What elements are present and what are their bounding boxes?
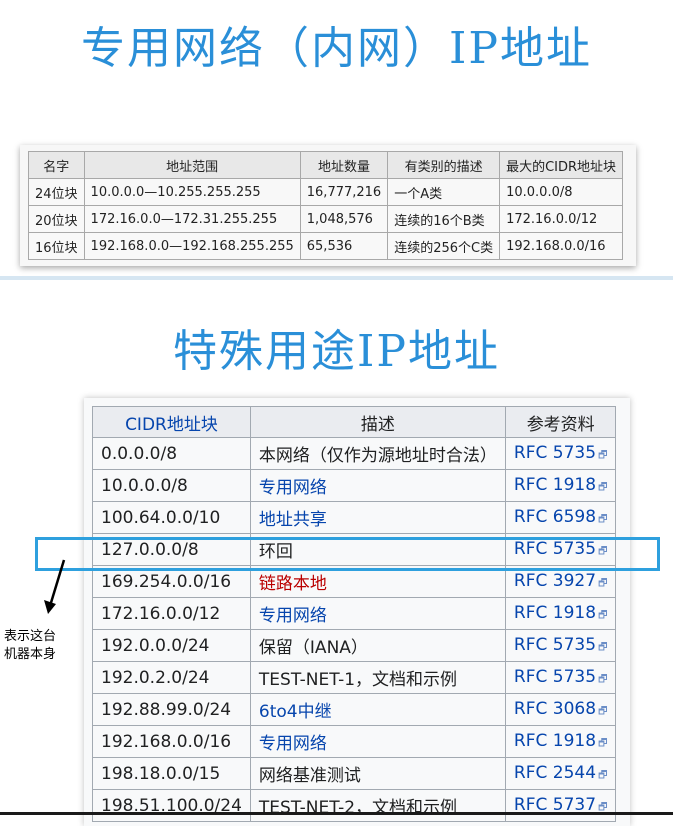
cell-cidr: 10.0.0.0/8	[499, 178, 624, 206]
cell-description[interactable]: 地址共享	[249, 501, 506, 534]
cell-description[interactable]: 专用网络	[249, 725, 506, 758]
header-name: 名字	[28, 151, 85, 179]
loopback-annotation: 表示这台 机器本身	[4, 628, 56, 664]
annotation-arrow-icon	[44, 559, 66, 614]
cell-desc: 一个A类	[387, 178, 501, 206]
table-row: 100.64.0.0/10 地址共享 RFC 6598	[92, 501, 617, 534]
table-row: 10.0.0.0/8 专用网络 RFC 1918	[92, 469, 617, 502]
cell-reference-link[interactable]: RFC 5737	[504, 789, 617, 822]
cell-cidr: 100.64.0.0/10	[92, 501, 251, 534]
section-divider	[0, 276, 673, 280]
cell-cidr: 0.0.0.0/8	[92, 437, 251, 470]
header-references: 参考资料	[504, 406, 617, 438]
table-row: 172.16.0.0/12 专用网络 RFC 1918	[92, 597, 617, 630]
special-address-table-body: 0.0.0.0/8本网络（仅作为源地址时合法）RFC 573510.0.0.0/…	[92, 437, 617, 822]
private-address-table: 名字 地址范围 地址数量 有类别的描述 最大的CIDR地址块 24位块 10.0…	[28, 151, 624, 260]
table-header-row: CIDR地址块 描述 参考资料	[92, 406, 617, 438]
special-address-table-panel: CIDR地址块 描述 参考资料 0.0.0.0/8 本网络（仅作为源地址时合法） R…	[84, 398, 630, 826]
private-network-title: 专用网络（内网）IP地址	[81, 23, 592, 74]
cell-reference-link[interactable]: RFC 1918	[504, 469, 617, 502]
table-row: 198.51.100.0/24 TEST-NET-2，文档和示例 RFC 5737	[92, 789, 617, 822]
cell-cidr: 172.16.0.0/12	[499, 205, 624, 233]
cell-reference-link[interactable]: RFC 5735	[504, 437, 617, 470]
annotation-line-1: 表示这台	[4, 629, 57, 644]
table-row: 20位块 172.16.0.0—172.31.255.255 1,048,576…	[28, 205, 624, 233]
table-row: 192.168.0.0/16 专用网络 RFC 1918	[92, 725, 617, 758]
cell-desc: 连续的16个B类	[387, 205, 501, 233]
cell-reference-link[interactable]: RFC 1918	[504, 725, 617, 758]
loopback-highlight-box	[35, 537, 660, 571]
cell-reference-link[interactable]: RFC 2544	[504, 757, 617, 790]
table-row: 24位块 10.0.0.0—10.255.255.255 16,777,216 …	[28, 178, 624, 206]
cell-description: 保留（IANA）	[249, 629, 506, 662]
cell-reference-link[interactable]: RFC 5735	[504, 629, 617, 662]
cell-cidr: 192.168.0.0/16	[92, 725, 251, 758]
special-address-table: CIDR地址块 描述 参考资料 0.0.0.0/8 本网络（仅作为源地址时合法） R…	[92, 406, 617, 822]
cell-cidr: 198.51.100.0/24	[92, 789, 251, 822]
cell-cidr: 198.18.0.0/15	[92, 757, 251, 790]
cell-range: 172.16.0.0—172.31.255.255	[83, 205, 301, 233]
header-max-cidr: 最大的CIDR地址块	[499, 151, 624, 179]
cell-description[interactable]: 专用网络	[249, 469, 506, 502]
cell-name: 20位块	[28, 205, 85, 233]
cell-cidr: 192.0.2.0/24	[92, 661, 251, 694]
cell-description: 网络基准测试	[249, 757, 506, 790]
header-address-range: 地址范围	[83, 151, 301, 179]
header-description: 描述	[249, 406, 506, 438]
cell-reference-link[interactable]: RFC 3068	[504, 693, 617, 726]
header-classful-desc: 有类别的描述	[387, 151, 501, 179]
cell-count: 1,048,576	[299, 205, 389, 233]
header-cidr-link[interactable]: CIDR地址块	[92, 406, 251, 438]
table-row: 0.0.0.0/8 本网络（仅作为源地址时合法） RFC 5735	[92, 437, 617, 470]
cell-reference-link[interactable]: RFC 6598	[504, 501, 617, 534]
cell-description[interactable]: 6to4中继	[249, 693, 506, 726]
cell-name: 16位块	[28, 232, 85, 260]
cell-count: 16,777,216	[299, 178, 389, 206]
cell-range: 192.168.0.0—192.168.255.255	[83, 232, 301, 260]
cell-cidr: 192.168.0.0/16	[499, 232, 624, 260]
cell-cidr: 192.88.99.0/24	[92, 693, 251, 726]
cell-count: 65,536	[299, 232, 389, 260]
table-row: 192.0.0.0/24 保留（IANA） RFC 5735	[92, 629, 617, 662]
cell-cidr: 10.0.0.0/8	[92, 469, 251, 502]
cell-description: TEST-NET-1，文档和示例	[249, 661, 506, 694]
cell-description: TEST-NET-2，文档和示例	[249, 789, 506, 822]
table-row: 16位块 192.168.0.0—192.168.255.255 65,536 …	[28, 232, 624, 260]
cell-range: 10.0.0.0—10.255.255.255	[83, 178, 301, 206]
table-header-row: 名字 地址范围 地址数量 有类别的描述 最大的CIDR地址块	[28, 151, 624, 179]
cell-description: 本网络（仅作为源地址时合法）	[249, 437, 506, 470]
cell-reference-link[interactable]: RFC 5735	[504, 661, 617, 694]
cell-name: 24位块	[28, 178, 85, 206]
cell-reference-link[interactable]: RFC 1918	[504, 597, 617, 630]
cell-description[interactable]: 专用网络	[249, 597, 506, 630]
table-row: 198.18.0.0/15 网络基准测试 RFC 2544	[92, 757, 617, 790]
header-address-count: 地址数量	[299, 151, 389, 179]
cell-desc: 连续的256个C类	[387, 232, 501, 260]
cell-cidr: 192.0.0.0/24	[92, 629, 251, 662]
private-address-table-panel: 名字 地址范围 地址数量 有类别的描述 最大的CIDR地址块 24位块 10.0…	[20, 145, 636, 266]
cell-cidr: 172.16.0.0/12	[92, 597, 251, 630]
special-use-title: 特殊用途IP地址	[173, 326, 500, 377]
annotation-line-2: 机器本身	[4, 647, 57, 662]
table-row: 192.88.99.0/24 6to4中继 RFC 3068	[92, 693, 617, 726]
table-row: 192.0.2.0/24 TEST-NET-1，文档和示例 RFC 5735	[92, 661, 617, 694]
